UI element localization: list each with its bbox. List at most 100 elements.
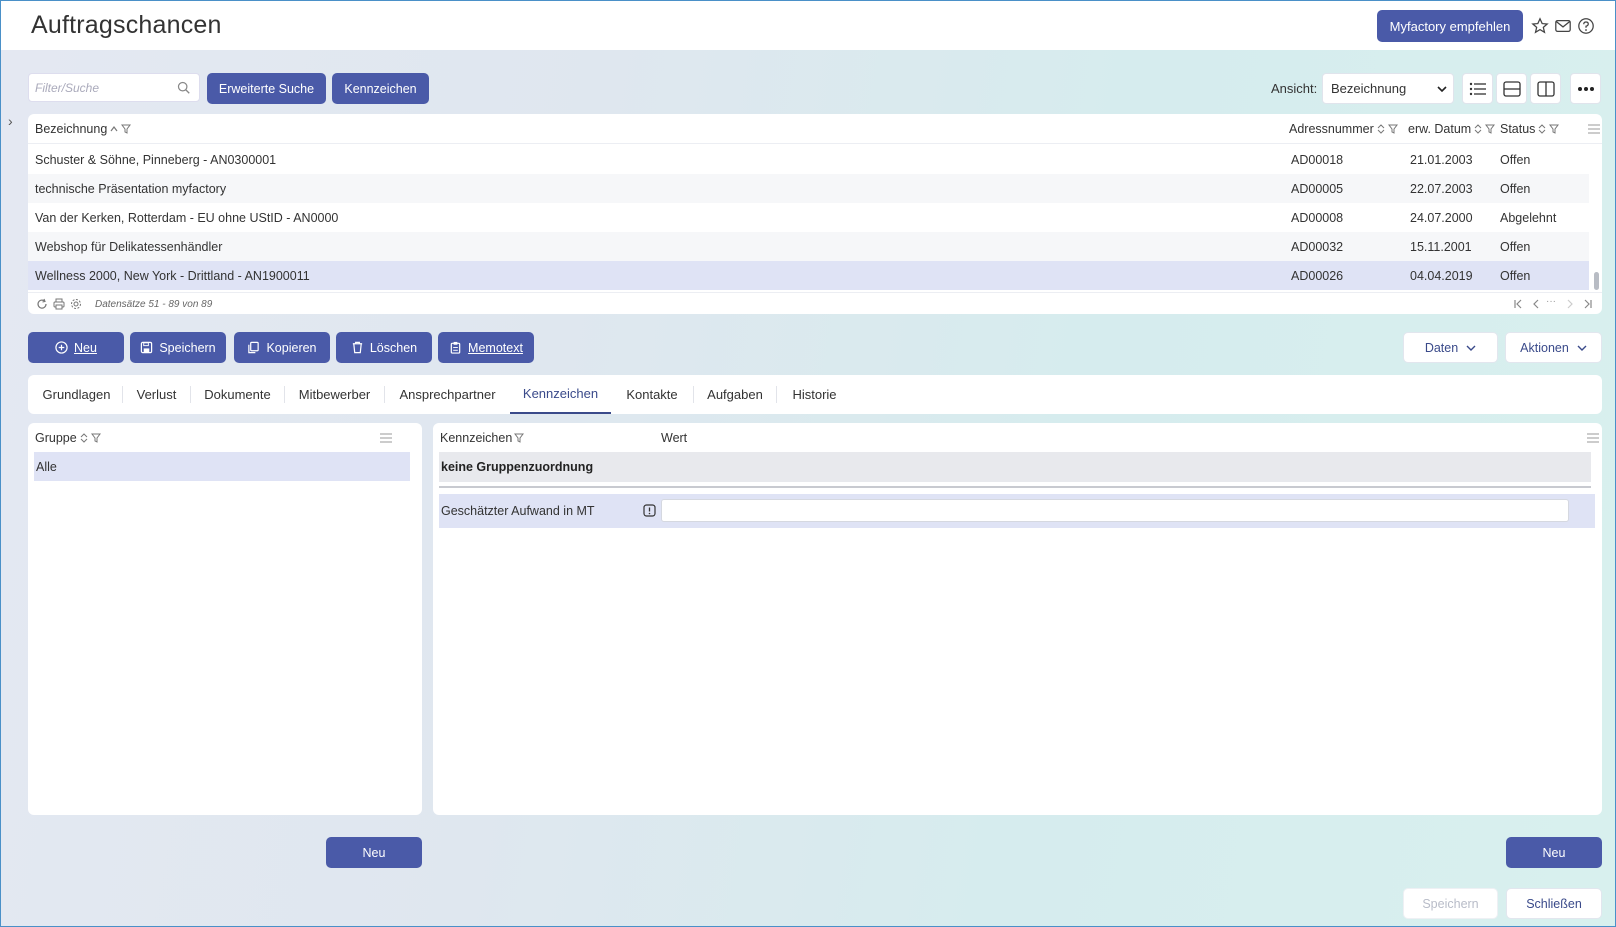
search-icon[interactable]: [177, 81, 191, 95]
next-page-icon[interactable]: [1564, 298, 1576, 310]
cell-adressnummer: AD00008: [1291, 211, 1344, 225]
settings-icon[interactable]: [70, 298, 82, 310]
cell-bezeichnung: Schuster & Söhne, Pinneberg - AN0300001: [35, 153, 277, 167]
table-row-selected[interactable]: Wellness 2000, New York - Drittland - AN…: [28, 261, 1589, 290]
tab-historie[interactable]: Historie: [777, 375, 852, 414]
tab-kontakte[interactable]: Kontakte: [611, 375, 693, 414]
column-menu-icon[interactable]: [1588, 124, 1600, 134]
vertical-split-button[interactable]: [1530, 73, 1561, 104]
tab-ansprechpartner[interactable]: Ansprechpartner: [385, 375, 510, 414]
copy-button[interactable]: Kopieren: [234, 332, 330, 363]
mail-icon[interactable]: [1554, 17, 1572, 35]
refresh-icon[interactable]: [36, 298, 48, 310]
more-button[interactable]: [1570, 73, 1601, 104]
delete-button-label: Löschen: [369, 340, 418, 355]
kennzeichen-new-button[interactable]: Neu: [1506, 837, 1602, 868]
kennzeichen-panel: Kennzeichen Wert keine Gruppenzuordnung …: [433, 423, 1602, 815]
tab-kennzeichen[interactable]: Kennzeichen: [510, 375, 611, 414]
pager-ellipsis: ···: [1546, 296, 1556, 307]
footer-close-button[interactable]: Schließen: [1506, 888, 1602, 919]
view-label: Ansicht:: [1271, 81, 1318, 96]
column-header-adressnummer[interactable]: Adressnummer: [1289, 122, 1398, 136]
daten-label: Daten: [1424, 340, 1459, 355]
cell-adressnummer: AD00026: [1291, 269, 1344, 283]
tab-verlust[interactable]: Verlust: [123, 375, 190, 414]
info-icon[interactable]: [643, 504, 656, 517]
table-row[interactable]: Van der Kerken, Rotterdam - EU ohne UStI…: [28, 203, 1589, 232]
sidebar-expand-icon[interactable]: ›: [8, 113, 20, 129]
sort-asc-icon[interactable]: [109, 124, 119, 134]
view-select[interactable]: Bezeichnung: [1322, 73, 1454, 104]
cell-status: Abgelehnt: [1500, 211, 1557, 225]
cell-adressnummer: AD00005: [1291, 182, 1344, 196]
group-new-button[interactable]: Neu: [326, 837, 422, 868]
print-icon[interactable]: [53, 298, 65, 310]
column-menu-icon[interactable]: [380, 433, 392, 443]
table-row[interactable]: Schuster & Söhne, Pinneberg - AN0300001 …: [28, 145, 1589, 174]
cell-status: Offen: [1500, 153, 1531, 167]
cell-datum: 21.01.2003: [1410, 153, 1473, 167]
cell-adressnummer: AD00018: [1291, 153, 1344, 167]
column-header-datum[interactable]: erw. Datum: [1408, 122, 1496, 136]
column-header-bezeichnung[interactable]: Bezeichnung: [35, 122, 132, 136]
prev-page-icon[interactable]: [1530, 298, 1542, 310]
last-page-icon[interactable]: [1582, 298, 1594, 310]
page-title: Auftragschancen: [31, 11, 222, 39]
save-button[interactable]: Speichern: [130, 332, 226, 363]
save-button-label: Speichern: [159, 340, 216, 355]
new-button[interactable]: Neu: [28, 332, 124, 363]
filter-icon[interactable]: [514, 433, 525, 443]
filter-icon[interactable]: [1549, 124, 1560, 134]
search-input[interactable]: [35, 80, 175, 96]
column-header-label: erw. Datum: [1408, 122, 1472, 136]
split-vertical-icon: [1536, 80, 1555, 97]
grid-footer: Datensätze 51 - 89 von 89 ···: [28, 292, 1602, 314]
footer-save-button[interactable]: Speichern: [1403, 888, 1498, 919]
column-menu-icon[interactable]: [1587, 433, 1599, 443]
delete-button[interactable]: Löschen: [336, 332, 432, 363]
new-button-label: Neu: [74, 340, 97, 355]
sort-icon[interactable]: [79, 433, 89, 443]
aktionen-dropdown[interactable]: Aktionen: [1505, 332, 1602, 363]
column-header-kennzeichen[interactable]: Kennzeichen: [440, 431, 525, 445]
recommend-button[interactable]: Myfactory empfehlen: [1377, 10, 1523, 42]
star-icon[interactable]: [1531, 17, 1549, 35]
column-header-wert[interactable]: Wert: [661, 431, 687, 445]
daten-dropdown[interactable]: Daten: [1403, 332, 1498, 363]
filter-icon[interactable]: [121, 124, 132, 134]
memotext-button[interactable]: Memotext: [438, 332, 534, 363]
column-header-status[interactable]: Status: [1500, 122, 1560, 136]
table-row[interactable]: technische Präsentation myfactory AD0000…: [28, 174, 1589, 203]
filter-icon[interactable]: [1485, 124, 1496, 134]
sort-icon[interactable]: [1473, 124, 1483, 134]
column-header-label: Gruppe: [35, 431, 77, 445]
group-row-selected[interactable]: Alle: [34, 452, 410, 481]
kennzeichen-row[interactable]: Geschätzter Aufwand in MT: [439, 494, 1595, 528]
tab-aufgaben[interactable]: Aufgaben: [694, 375, 776, 414]
clipboard-icon: [450, 341, 461, 354]
kennzeichen-filter-button[interactable]: Kennzeichen: [332, 73, 429, 104]
help-icon[interactable]: [1577, 17, 1595, 35]
first-page-icon[interactable]: [1512, 298, 1524, 310]
split-horizontal-icon: [1502, 80, 1521, 97]
table-row[interactable]: Webshop für Delikatessenhändler AD00032 …: [28, 232, 1589, 261]
column-header-gruppe[interactable]: Gruppe: [35, 431, 101, 445]
group-heading: keine Gruppenzuordnung: [439, 452, 1591, 482]
grid-scrollbar[interactable]: [1594, 272, 1599, 290]
sort-icon[interactable]: [1376, 124, 1386, 134]
list-view-button[interactable]: [1462, 73, 1493, 104]
record-count: Datensätze 51 - 89 von 89: [95, 299, 213, 310]
kennzeichen-value-input[interactable]: [661, 499, 1569, 522]
filter-icon[interactable]: [1387, 124, 1398, 134]
horizontal-split-button[interactable]: [1496, 73, 1527, 104]
trash-icon: [352, 341, 363, 354]
search-field[interactable]: [28, 73, 200, 102]
column-header-label: Bezeichnung: [35, 122, 108, 136]
tab-grundlagen[interactable]: Grundlagen: [31, 375, 122, 414]
aktionen-label: Aktionen: [1520, 340, 1569, 355]
tab-mitbewerber[interactable]: Mitbewerber: [285, 375, 384, 414]
tab-dokumente[interactable]: Dokumente: [191, 375, 284, 414]
filter-icon[interactable]: [90, 433, 101, 443]
advanced-search-button[interactable]: Erweiterte Suche: [207, 73, 326, 104]
sort-icon[interactable]: [1537, 124, 1547, 134]
